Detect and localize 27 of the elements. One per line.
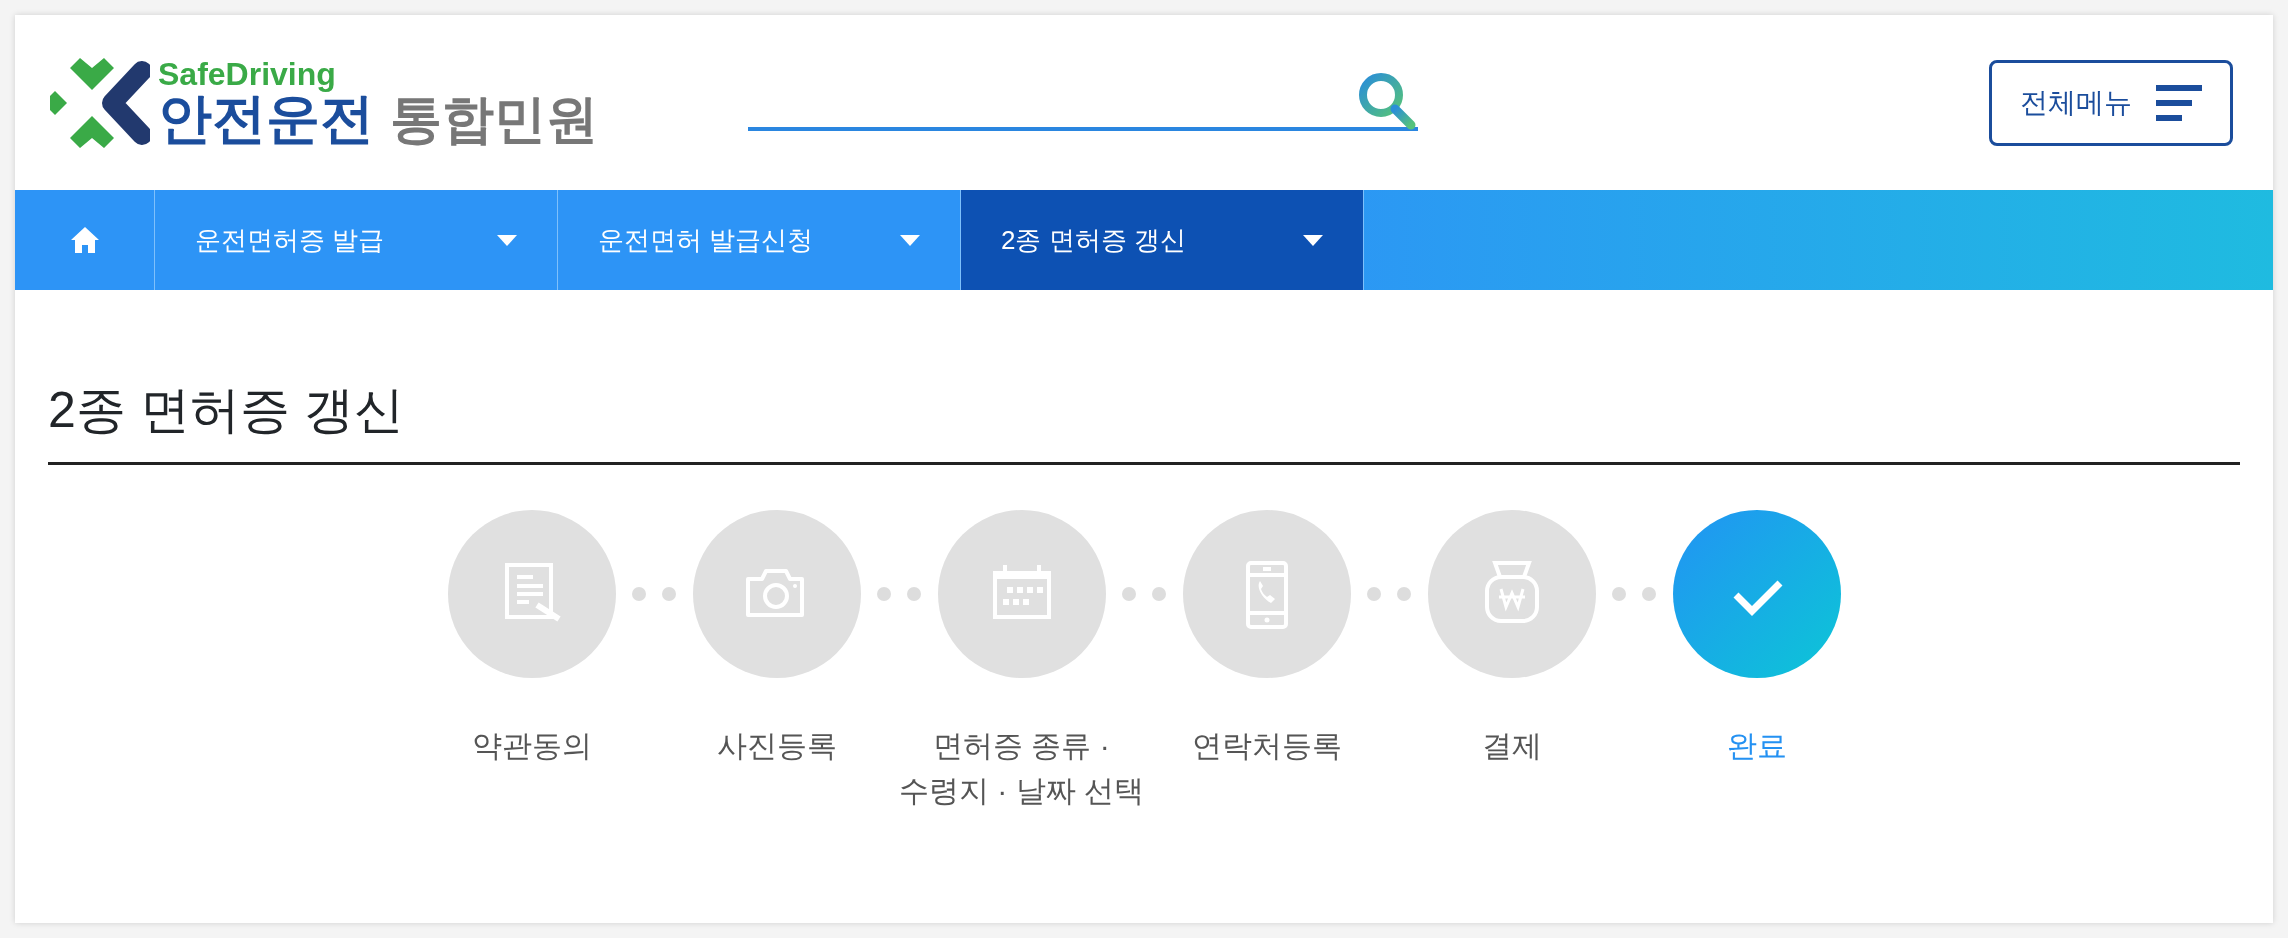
step-connector-dot	[1122, 587, 1136, 601]
home-icon[interactable]	[69, 226, 100, 254]
step-connector-dot	[1152, 587, 1166, 601]
step-connector-dot	[662, 587, 676, 601]
step-label: 사진등록	[715, 728, 838, 764]
step-label: 면허증 종류 · 수령지 · 날짜 선택	[898, 728, 1145, 809]
step-connector-dot	[632, 587, 646, 601]
breadcrumb-dropdown[interactable]: 2종 면허증 갱신	[961, 190, 1364, 290]
full-menu-button[interactable]: 전체메뉴	[1989, 59, 2233, 146]
step-label: 완료	[1725, 728, 1788, 764]
step-connector-dot	[1367, 587, 1381, 601]
caret-icon	[900, 234, 920, 246]
step-connector-dot	[1612, 587, 1626, 601]
step-connector-dot	[1397, 587, 1411, 601]
step-connector-dot	[877, 587, 891, 601]
step-connector-dot	[907, 587, 921, 601]
logo-tagline: SafeDriving	[158, 58, 337, 91]
page-title: 2종 면허증 갱신	[48, 380, 2240, 465]
caret-icon	[1303, 234, 1323, 246]
step-connector-dot	[1642, 587, 1656, 601]
step-label: 결제	[1480, 728, 1543, 764]
caret-icon	[497, 234, 517, 246]
step-label: 약관동의	[470, 728, 593, 764]
step-label: 연락처등록	[1190, 728, 1343, 764]
search-field[interactable]	[748, 74, 1418, 131]
logo-subtitle: 통합민원	[390, 92, 598, 147]
menu-icon	[2156, 82, 2202, 123]
